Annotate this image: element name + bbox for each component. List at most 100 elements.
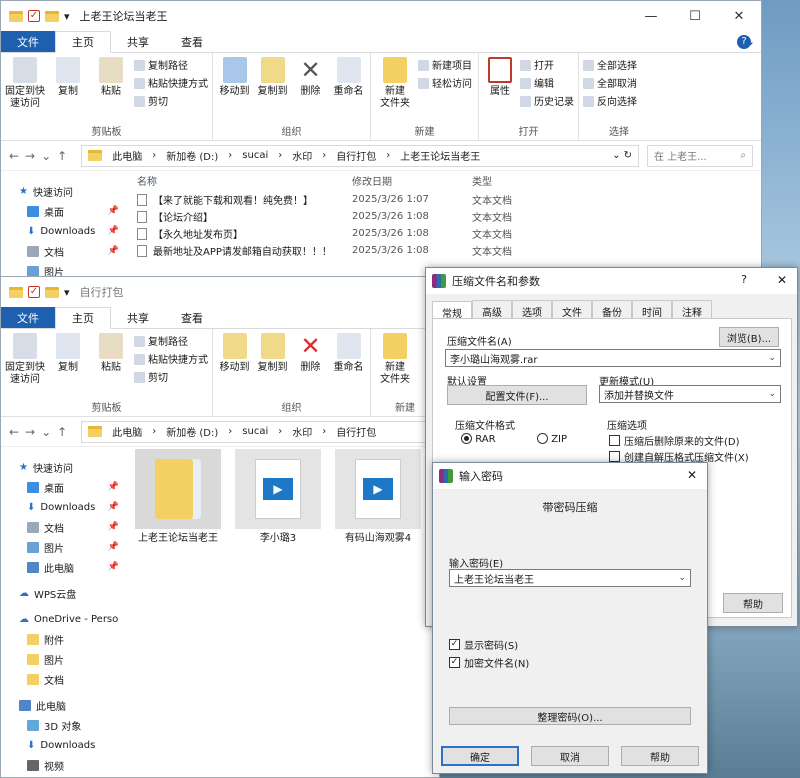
new-folder-icon[interactable]	[45, 10, 59, 22]
breadcrumb-item[interactable]: 水印	[292, 424, 312, 439]
tab-file[interactable]: 文件	[1, 307, 55, 328]
select-all-button[interactable]: 全部选择	[583, 57, 637, 72]
tab-home[interactable]: 主页	[55, 307, 111, 329]
encrypt-names-checkbox[interactable]: ✓ 加密文件名(N)	[449, 655, 529, 670]
sidebar-item-this-pc-tree[interactable]: 此电脑	[19, 695, 125, 715]
help-button[interactable]: 帮助	[621, 746, 699, 766]
rename-button[interactable]: 重命名	[331, 57, 366, 124]
search-box[interactable]: 在 上老王... ⌕	[647, 144, 753, 167]
history-button[interactable]: 历史记录	[520, 93, 574, 108]
breadcrumb-item[interactable]: 自行打包	[336, 424, 376, 439]
address-bar[interactable]: 此电脑 › 新加卷 (D:) › sucai › 水印 › 自行打包	[81, 420, 431, 443]
breadcrumb-item[interactable]: 新加卷 (D:)	[166, 424, 218, 439]
sidebar-item-documents[interactable]: 文档 📌	[19, 241, 125, 261]
copy-path-button[interactable]: 复制路径	[134, 333, 208, 348]
breadcrumb-item[interactable]: 此电脑	[112, 148, 142, 163]
tile-video-1[interactable]: ▶ 李小璐3	[235, 449, 321, 546]
file-row[interactable]: 【来了就能下载和观看！纯免费！】 2025/3/26 1:07 文本文档	[137, 191, 542, 208]
new-folder-icon[interactable]	[45, 286, 59, 298]
cut-button[interactable]: 剪切	[134, 93, 208, 108]
copy-to-button[interactable]: 复制到	[255, 333, 290, 400]
invert-selection-button[interactable]: 反向选择	[583, 93, 637, 108]
breadcrumb-item[interactable]: 自行打包	[336, 148, 376, 163]
nav-arrows[interactable]: ←→⌄↑	[9, 149, 73, 163]
help-icon[interactable]: ?	[737, 35, 751, 49]
pin-button[interactable]: 固定到快 速访问	[5, 333, 45, 400]
move-to-button[interactable]: 移动到	[217, 57, 252, 124]
new-folder-button[interactable]: 新建 文件夹	[375, 333, 415, 400]
sidebar-item-onedrive-documents[interactable]: 文档	[19, 669, 125, 689]
browse-button[interactable]: 浏览(B)...	[719, 327, 779, 347]
close-icon[interactable]: ✕	[687, 468, 697, 482]
sidebar-item-videos[interactable]: 视频	[19, 755, 125, 775]
column-name[interactable]: 名称	[137, 173, 352, 188]
rename-button[interactable]: 重命名	[331, 333, 366, 400]
properties-button[interactable]: 属性	[483, 57, 517, 124]
password-input[interactable]: 上老王论坛当老王 ⌄	[449, 569, 691, 587]
help-icon[interactable]: ?	[741, 273, 747, 286]
tab-share[interactable]: 共享	[111, 307, 165, 328]
organize-passwords-button[interactable]: 整理密码(O)...	[449, 707, 691, 725]
cut-button[interactable]: 剪切	[134, 369, 208, 384]
breadcrumb-item[interactable]: 水印	[292, 148, 312, 163]
properties-check-icon[interactable]: ✓	[28, 286, 40, 298]
select-none-button[interactable]: 全部取消	[583, 75, 637, 90]
sidebar-item-quick-access[interactable]: ★ 快速访问	[19, 181, 125, 201]
new-folder-button[interactable]: 新建 文件夹	[375, 57, 415, 124]
cancel-button[interactable]: 取消	[531, 746, 609, 766]
tile-folder[interactable]: 上老王论坛当老王	[135, 449, 221, 546]
open-button[interactable]: 打开	[520, 57, 574, 72]
paste-shortcut-button[interactable]: 粘贴快捷方式	[134, 351, 208, 366]
pin-button[interactable]: 固定到快 速访问	[5, 57, 45, 124]
sidebar-item-onedrive[interactable]: ☁ OneDrive - Perso	[19, 609, 125, 629]
delete-after-checkbox[interactable]: 压缩后删除原来的文件(D)	[609, 433, 740, 448]
copy-button[interactable]: 复制	[48, 57, 88, 124]
sidebar-item-pictures[interactable]: 图片 📌	[19, 537, 125, 557]
move-to-button[interactable]: 移动到	[217, 333, 252, 400]
breadcrumb-item[interactable]: 新加卷 (D:)	[166, 148, 218, 163]
tab-view[interactable]: 查看	[165, 31, 219, 52]
tab-home[interactable]: 主页	[55, 31, 111, 53]
delete-button[interactable]: ✕ 删除	[293, 333, 328, 400]
sidebar-item-downloads[interactable]: ⬇ Downloads 📌	[19, 221, 125, 241]
maximize-icon[interactable]: ☐	[673, 1, 717, 31]
close-icon[interactable]: ✕	[777, 273, 787, 287]
paste-button[interactable]: 粘贴	[91, 333, 131, 400]
delete-button[interactable]: ✕ 删除	[293, 57, 328, 124]
file-row[interactable]: 【永久地址发布页】 2025/3/26 1:08 文本文档	[137, 225, 542, 242]
address-dropdown-icon[interactable]: ⌄ ↻	[612, 150, 632, 161]
ok-button[interactable]: 确定	[441, 746, 519, 766]
copy-button[interactable]: 复制	[48, 333, 88, 400]
dropdown-icon[interactable]: ▾	[64, 286, 70, 299]
sidebar-item-this-pc[interactable]: 此电脑 📌	[19, 557, 125, 577]
sidebar-item-downloads-tree[interactable]: ⬇ Downloads	[19, 735, 125, 755]
address-bar[interactable]: 此电脑 › 新加卷 (D:) › sucai › 水印 › 自行打包 › 上老王论坛当老王…	[81, 144, 639, 167]
paste-button[interactable]: 粘贴	[91, 57, 131, 124]
breadcrumb-item[interactable]: 上老王论坛当老王	[400, 148, 480, 163]
breadcrumb-item[interactable]: sucai	[242, 426, 268, 437]
tab-view[interactable]: 查看	[165, 307, 219, 328]
dropdown-icon[interactable]: ▾	[64, 10, 70, 23]
copy-to-button[interactable]: 复制到	[255, 57, 290, 124]
tile-video-2[interactable]: ▶ 有码山海观雾4	[335, 449, 421, 546]
sidebar-item-wps-cloud[interactable]: ☁ WPS云盘	[19, 583, 125, 603]
copy-path-button[interactable]: 复制路径	[134, 57, 208, 72]
sidebar-item-desktop[interactable]: 桌面 📌	[19, 201, 125, 221]
help-button[interactable]: 帮助	[723, 593, 783, 613]
breadcrumb-item[interactable]: 此电脑	[112, 424, 142, 439]
format-zip-radio[interactable]: ZIP	[537, 433, 567, 445]
sidebar-item-quick-access[interactable]: ★ 快速访问	[19, 457, 125, 477]
format-rar-radio[interactable]: RAR	[461, 433, 496, 445]
file-row[interactable]: 【论坛介绍】 2025/3/26 1:08 文本文档	[137, 208, 542, 225]
column-type[interactable]: 类型	[472, 173, 542, 188]
column-date[interactable]: 修改日期	[352, 173, 472, 188]
sidebar-item-3d-objects[interactable]: 3D 对象	[19, 715, 125, 735]
minimize-icon[interactable]: —	[629, 1, 673, 31]
sidebar-item-onedrive-pictures[interactable]: 图片	[19, 649, 125, 669]
edit-button[interactable]: 编辑	[520, 75, 574, 90]
tab-file[interactable]: 文件	[1, 31, 55, 52]
easy-access-button[interactable]: 轻松访问	[418, 75, 472, 90]
breadcrumb-item[interactable]: sucai	[242, 150, 268, 161]
sidebar-item-attachments[interactable]: 附件	[19, 629, 125, 649]
sidebar-item-desktop[interactable]: 桌面 📌	[19, 477, 125, 497]
